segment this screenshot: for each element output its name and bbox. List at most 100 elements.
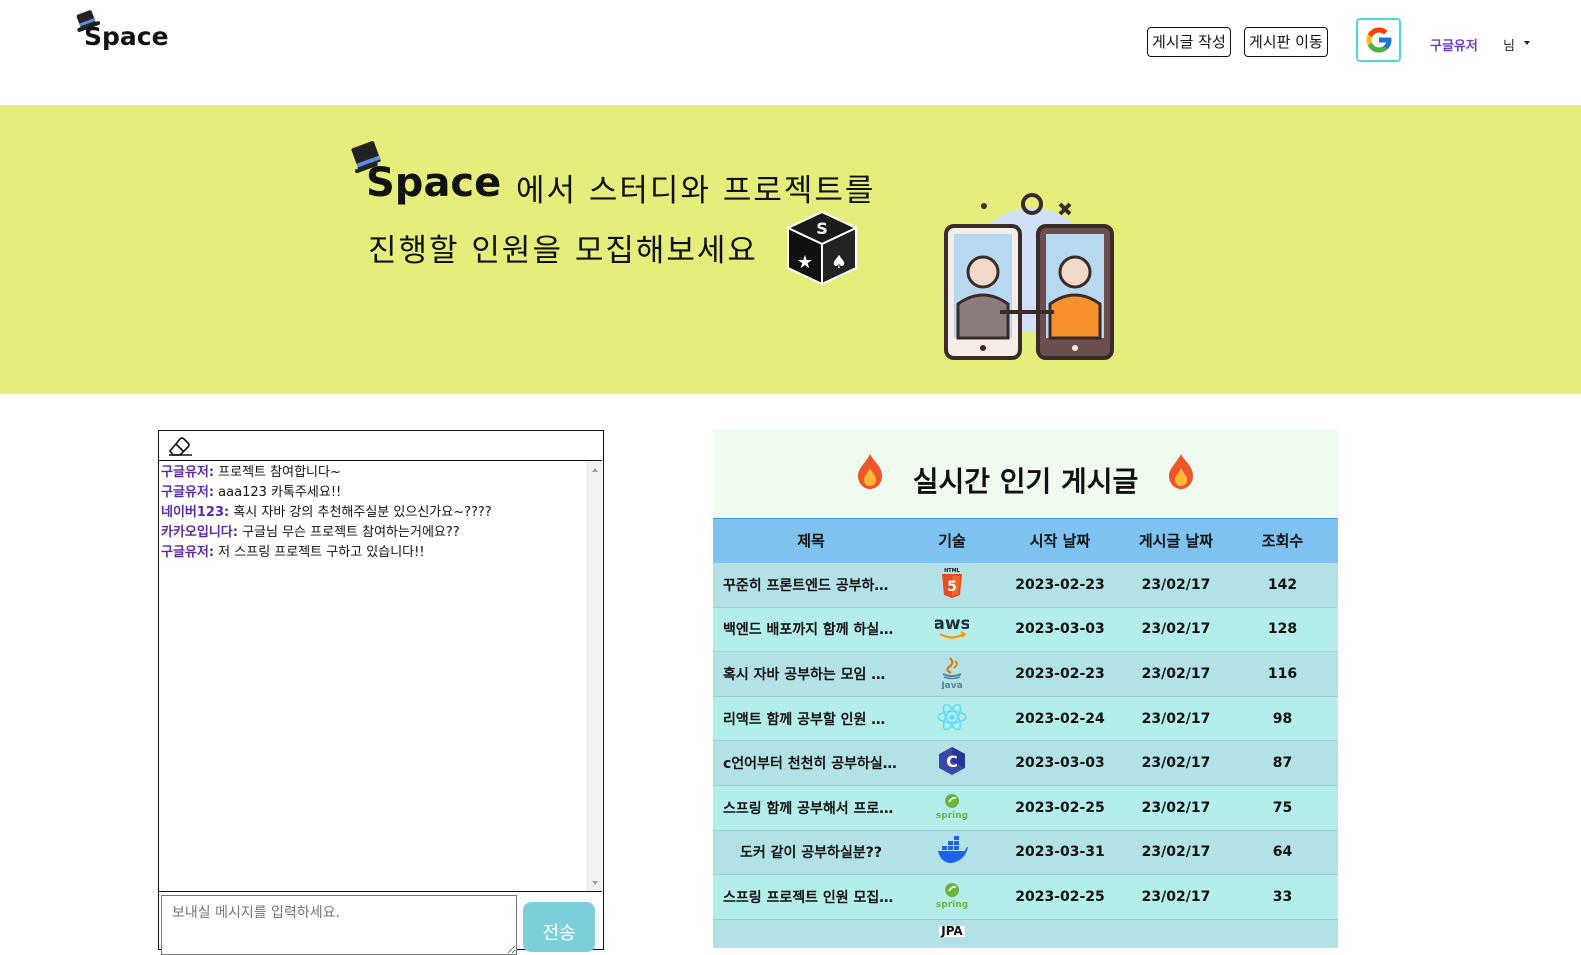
google-login-button[interactable] (1356, 18, 1401, 62)
svg-text:spring: spring (936, 811, 968, 821)
post-date-cell: 23/02/17 (1125, 696, 1227, 742)
column-header-tech: 기술 (909, 518, 995, 563)
post-title-cell[interactable]: 혹시 자바 공부하는 모임 … (713, 651, 909, 697)
tech-cell: spring (909, 785, 995, 831)
fire-icon (1169, 454, 1193, 489)
tech-cell (909, 696, 995, 742)
start-date-cell: 2023-03-03 (995, 607, 1125, 653)
svg-text:Java: Java (940, 681, 962, 689)
table-row[interactable]: 도커 같이 공부하실분?? 2023-03-31 23/02/17 64 (713, 830, 1338, 876)
user-name-link[interactable]: 구글유저 (1430, 35, 1478, 54)
svg-text:S: S (816, 219, 828, 238)
start-date-cell: 2023-03-31 (995, 830, 1125, 876)
react-icon (937, 703, 967, 730)
post-title-cell[interactable]: 도커 같이 공부하실분?? (713, 830, 909, 876)
dice-icon: S ★ ♠ (786, 210, 858, 286)
jpa-icon: JPA (939, 923, 965, 938)
scroll-down-icon[interactable] (592, 881, 598, 885)
post-title-cell[interactable]: 백엔드 배포까지 함께 하실… (713, 607, 909, 653)
post-date-cell: 23/02/17 (1125, 874, 1227, 920)
post-title-cell[interactable]: 리액트 함께 공부할 인원 … (713, 696, 909, 742)
views-cell: 128 (1227, 607, 1338, 653)
table-row[interactable]: c언어부터 천천히 공부하실… C 2023-03-03 23/02/17 87 (713, 740, 1338, 786)
post-title-cell[interactable]: 꾸준히 프론트엔드 공부하… (713, 562, 909, 608)
start-date-cell: 2023-02-23 (995, 651, 1125, 697)
table-row[interactable]: 스프링 프로젝트 인원 모집… spring 2023-02-25 23/02/… (713, 874, 1338, 920)
chat-input-area: 전송 (159, 891, 602, 955)
chat-toolbar (159, 431, 602, 461)
svg-text:★: ★ (797, 252, 813, 273)
site-logo[interactable]: Space (74, 8, 174, 52)
chat-message: 구글유저: 프로젝트 참여합니다~ (161, 465, 341, 480)
scroll-up-icon[interactable] (592, 468, 598, 472)
html5-icon: HTML 5 (942, 568, 962, 598)
column-header-start-date: 시작 날짜 (995, 518, 1125, 563)
post-title-cell[interactable]: 스프링 함께 공부해서 프로… (713, 785, 909, 831)
views-cell: 116 (1227, 651, 1338, 697)
views-cell: 98 (1227, 696, 1338, 742)
tech-cell: aws (909, 607, 995, 653)
google-icon (1366, 27, 1391, 53)
eraser-icon[interactable] (167, 435, 193, 457)
popular-posts-header: 실시간 인기 게시글 (713, 430, 1338, 518)
popular-posts-panel: 실시간 인기 게시글 제목 기술 시작 날짜 게시글 날짜 조회수 꾸준히 프론… (713, 430, 1338, 948)
tech-cell: spring (909, 874, 995, 920)
chat-message: 네이버123: 혹시 자바 강의 추천해주실분 있으신가요~???? (161, 505, 492, 520)
spring-icon: spring (936, 882, 968, 910)
tech-cell: JPA (909, 919, 995, 948)
table-header-row: 제목 기술 시작 날짜 게시글 날짜 조회수 (713, 518, 1338, 563)
chat-scrollbar[interactable] (587, 462, 602, 891)
svg-text:C: C (946, 752, 958, 771)
tech-cell (909, 830, 995, 876)
start-date-cell: 2023-02-25 (995, 874, 1125, 920)
svg-text:♠: ♠ (831, 252, 847, 273)
svg-text:5: 5 (947, 579, 957, 595)
docker-icon (938, 836, 968, 864)
popular-posts-title: 실시간 인기 게시글 (912, 465, 1139, 498)
write-post-button[interactable]: 게시글 작성 (1147, 27, 1231, 57)
chat-message: 카카오입니다: 구글님 무슨 프로젝트 참여하는거에요?? (161, 525, 460, 540)
tech-cell: C (909, 740, 995, 786)
table-row[interactable]: 스프링 함께 공부해서 프로… spring 2023-02-25 23/02/… (713, 785, 1338, 831)
table-row[interactable]: JPA (713, 919, 1338, 948)
column-header-views: 조회수 (1227, 518, 1338, 563)
post-date-cell: 23/02/17 (1125, 607, 1227, 653)
post-title-cell[interactable]: c언어부터 천천히 공부하실… (713, 740, 909, 786)
views-cell: 87 (1227, 740, 1338, 786)
people-phones-illustration (944, 193, 1114, 360)
views-cell: 64 (1227, 830, 1338, 876)
views-cell: 142 (1227, 562, 1338, 608)
chat-panel: 구글유저: 프로젝트 참여합니다~ 구글유저: aaa123 카톡주세요!! 네… (158, 430, 604, 955)
start-date-cell: 2023-03-03 (995, 740, 1125, 786)
user-suffix: 님 (1503, 39, 1515, 54)
svg-text:HTML: HTML (944, 568, 961, 574)
banner-logo: Space (350, 140, 520, 210)
user-menu-caret-icon[interactable] (1524, 41, 1530, 45)
chat-message-log[interactable]: 구글유저: 프로젝트 참여합니다~ 구글유저: aaa123 카톡주세요!! 네… (159, 462, 587, 891)
start-date-cell: 2023-02-23 (995, 562, 1125, 608)
post-date-cell (1125, 919, 1227, 948)
c-language-icon: C (939, 747, 965, 776)
post-title-cell[interactable] (713, 919, 909, 948)
post-title-cell[interactable]: 스프링 프로젝트 인원 모집… (713, 874, 909, 920)
views-cell: 75 (1227, 785, 1338, 831)
tech-cell: HTML 5 (909, 562, 995, 608)
aws-icon: aws (933, 614, 971, 639)
chat-message-input[interactable] (161, 895, 517, 955)
chat-message: 구글유저: aaa123 카톡주세요!! (161, 485, 342, 500)
banner-line-1: 에서 스터디와 프로젝트를 (516, 173, 876, 209)
start-date-cell: 2023-02-25 (995, 785, 1125, 831)
svg-text:spring: spring (936, 900, 968, 910)
banner-line-2: 진행할 인원을 모집해보세요 (368, 233, 758, 269)
column-header-post-date: 게시글 날짜 (1125, 518, 1227, 563)
column-header-title: 제목 (713, 518, 909, 563)
table-row[interactable]: 리액트 함께 공부할 인원 … 2023-02-24 23/02/17 98 (713, 696, 1338, 742)
table-row[interactable]: 혹시 자바 공부하는 모임 … Java 2023-02-23 23/02/17… (713, 651, 1338, 697)
post-date-cell: 23/02/17 (1125, 785, 1227, 831)
table-row[interactable]: 꾸준히 프론트엔드 공부하… HTML 5 2023-02-23 23/02/1… (713, 562, 1338, 608)
popular-posts-table: 제목 기술 시작 날짜 게시글 날짜 조회수 꾸준히 프론트엔드 공부하… HT… (713, 518, 1338, 948)
table-row[interactable]: 백엔드 배포까지 함께 하실… aws 2023-03-03 23/02/17 … (713, 607, 1338, 653)
send-button[interactable]: 전송 (523, 902, 595, 952)
go-board-button[interactable]: 게시판 이동 (1244, 27, 1328, 57)
start-date-cell (995, 919, 1125, 948)
